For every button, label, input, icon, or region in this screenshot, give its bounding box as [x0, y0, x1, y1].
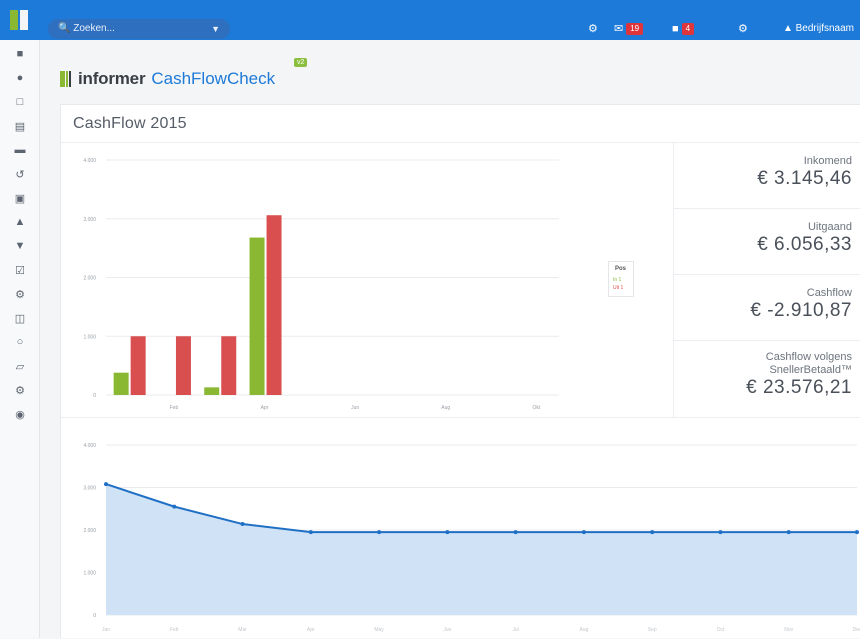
area-fill [106, 484, 857, 615]
user-menu[interactable]: ▲ Bedrijfsnaam [783, 19, 854, 39]
app-logo-icon[interactable] [8, 8, 30, 32]
y-tick-label: 2.000 [83, 528, 96, 534]
data-point [240, 522, 245, 527]
users-icon[interactable]: ● [10, 68, 30, 88]
bell-icon: ✉ [614, 23, 624, 35]
x-tick-label: Aug [579, 627, 588, 633]
sidebar: ■ ● □ ▤ ▬ ↺ ▣ ▲ ▼ ☑ ⚙ ◫ ○ ▱ ⚙ ◉ [0, 40, 40, 638]
data-point [172, 504, 177, 509]
x-tick-label: Jul [512, 627, 518, 633]
data-point [650, 530, 655, 535]
document-icon[interactable]: □ [10, 92, 30, 112]
cashflow-panel: CashFlow 2015 0 1.000 2.000 3.000 4.000 Feb Ap… [60, 104, 860, 638]
data-point [581, 530, 586, 535]
data-point [377, 530, 382, 535]
x-tick-label: Oct [717, 627, 725, 633]
y-tick-label: 0 [93, 613, 96, 619]
chevron-down-icon: ▼ [211, 24, 220, 34]
card-icon[interactable]: ▬ [10, 140, 30, 160]
user-icon: ▲ [782, 23, 793, 34]
dashboard-icon[interactable]: ■ [10, 44, 30, 64]
data-point [718, 530, 723, 535]
cashflow-line-chart: 0 1.000 2.000 3.000 4.000 Jan Feb Mar Apr May Jun J… [83, 443, 860, 633]
x-tick-label: Mar [238, 627, 247, 633]
x-tick-label: Apr [307, 627, 315, 633]
brand-name: informer [78, 69, 146, 88]
chat-icon: ■ [672, 23, 679, 35]
cart-icon[interactable]: ▼ [10, 236, 30, 256]
search-icon: 🔍 [58, 23, 71, 34]
data-point [308, 530, 313, 535]
y-tick-label: 3.000 [83, 486, 96, 492]
x-tick-label: Feb [170, 627, 179, 633]
gear-icon[interactable]: ⚙ [738, 19, 748, 39]
notifications-button[interactable]: ✉ 19 [614, 19, 644, 39]
x-tick-label: Jun [443, 627, 451, 633]
brand-product: CashFlowCheck [151, 69, 276, 88]
data-point [104, 482, 108, 487]
data-point [786, 530, 791, 535]
top-navbar: 🔍 Zoeken... ▼ ⚙ ✉ 19 ■ 4 ⚙ ▲ Bedrijfsnaam [0, 0, 860, 40]
x-tick-label: May [374, 627, 384, 633]
folder-icon[interactable]: ▱ [10, 356, 30, 376]
x-tick-label: Nov [784, 627, 793, 633]
search-input[interactable]: 🔍 Zoeken... ▼ [48, 19, 230, 39]
search-icon[interactable]: ○ [10, 332, 30, 352]
copy-icon[interactable]: ▣ [10, 188, 30, 208]
brand-header: informer CashFlowCheck v2 [60, 58, 308, 92]
y-tick-label: 4.000 [83, 443, 96, 449]
cog-icon[interactable]: ⚙ [10, 284, 30, 304]
settings-icon[interactable]: ⚙ [10, 380, 30, 400]
data-point [445, 530, 450, 535]
notif-badge: 19 [626, 23, 644, 36]
data-point [513, 530, 518, 535]
messages-button[interactable]: ■ 4 [672, 19, 695, 39]
bank-icon[interactable]: ▲ [10, 212, 30, 232]
file-icon[interactable]: ▤ [10, 116, 30, 136]
refresh-icon[interactable]: ↺ [10, 164, 30, 184]
x-tick-label: Dec [853, 627, 860, 633]
book-icon[interactable]: ◫ [10, 308, 30, 328]
version-badge: v2 [294, 58, 308, 67]
messages-badge: 4 [681, 23, 695, 36]
x-tick-label: Jan [102, 627, 110, 633]
settings-icon[interactable]: ⚙ [588, 19, 598, 39]
x-tick-label: Sep [648, 627, 657, 633]
database-icon[interactable]: ◉ [10, 404, 30, 424]
brand-logo-icon [60, 71, 71, 87]
data-point [855, 530, 859, 535]
checklist-icon[interactable]: ☑ [10, 260, 30, 280]
y-tick-label: 1.000 [83, 571, 96, 577]
